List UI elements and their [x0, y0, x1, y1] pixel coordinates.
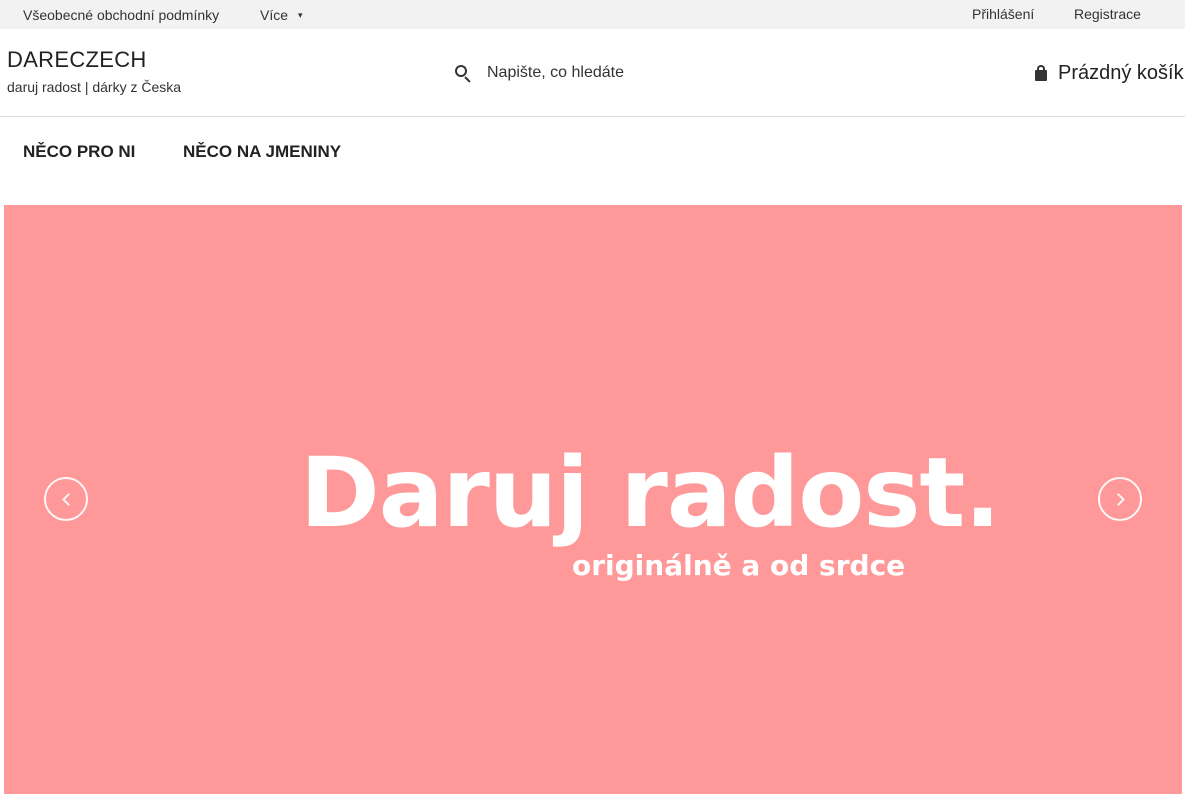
- nav-item-name-day[interactable]: NĚCO NA JMENINY: [183, 142, 341, 162]
- banner-headline: Daruj radost.: [300, 437, 1001, 549]
- chevron-right-icon: [1111, 492, 1125, 506]
- register-link[interactable]: Registrace: [1074, 6, 1141, 22]
- site-header: DARECZECH daruj radost | dárky z Česka P…: [0, 29, 1185, 117]
- terms-link[interactable]: Všeobecné obchodní podmínky: [23, 7, 219, 23]
- search-box[interactable]: [452, 57, 692, 89]
- carousel-prev-button[interactable]: [44, 477, 88, 521]
- cart-label: Prázdný košík: [1058, 61, 1184, 84]
- main-nav: NĚCO PRO NI NĚCO NA JMENINY: [0, 117, 1185, 205]
- login-link[interactable]: Přihlášení: [972, 6, 1034, 22]
- chevron-down-icon: ▾: [298, 10, 303, 20]
- chevron-left-icon: [61, 492, 75, 506]
- logo-tagline: daruj radost | dárky z Česka: [7, 79, 182, 95]
- logo-title[interactable]: DARECZECH: [7, 47, 147, 73]
- bag-icon: [1034, 65, 1048, 81]
- search-icon[interactable]: [454, 64, 472, 83]
- banner-subheadline: originálně a od srdce: [572, 549, 906, 582]
- carousel-next-button[interactable]: [1098, 477, 1142, 521]
- nav-item-for-her[interactable]: NĚCO PRO NI: [23, 142, 135, 162]
- search-input[interactable]: [487, 64, 687, 82]
- hero-banner[interactable]: Daruj radost. originálně a od srdce: [4, 205, 1182, 794]
- cart-button[interactable]: Prázdný košík: [1034, 59, 1184, 87]
- more-menu-link[interactable]: Více: [260, 7, 288, 23]
- top-bar: Všeobecné obchodní podmínky Více ▾ Přihl…: [0, 0, 1185, 29]
